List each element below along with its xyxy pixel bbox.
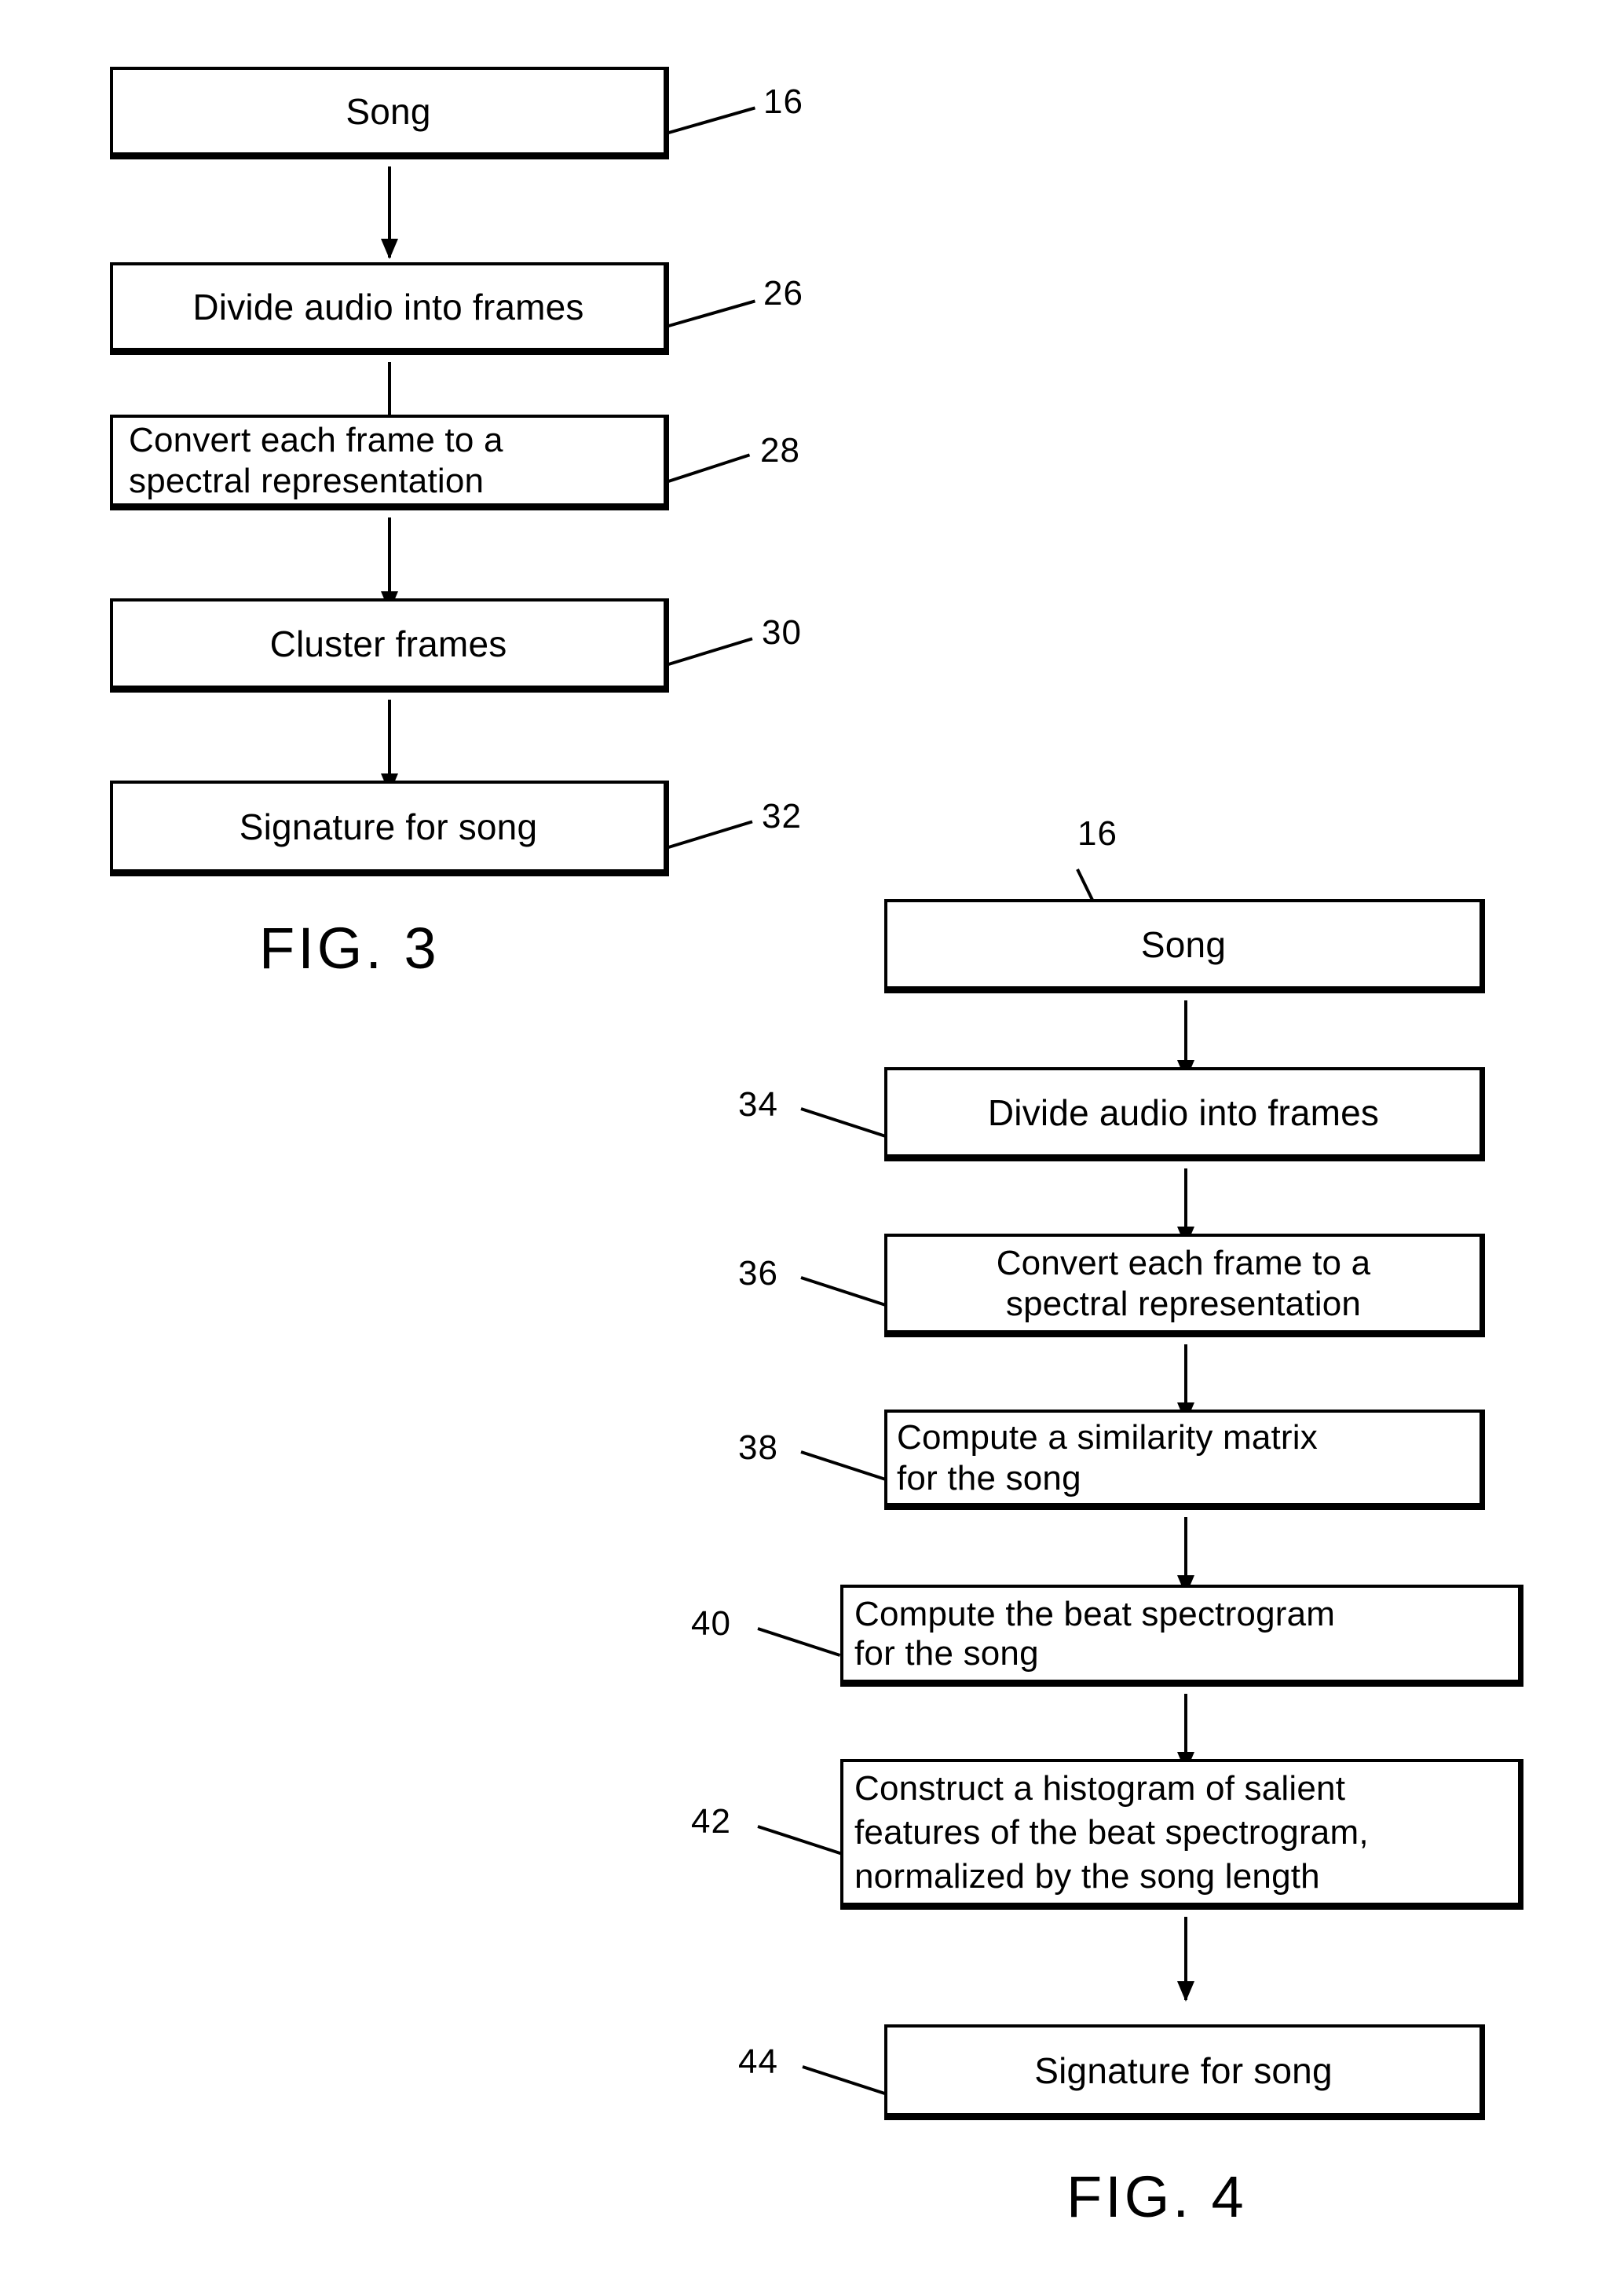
fig4-caption: FIG. 4 (1066, 2164, 1247, 2229)
fig4-step-label-divide: Divide audio into frames (987, 1091, 1380, 1133)
fig4-step-box-convert: Convert each frame to a spectral represe… (884, 1234, 1485, 1337)
fig3-arrow-convert-to-cluster (381, 517, 398, 612)
fig3-step-label-song: Song (346, 90, 431, 132)
fig4-arrow-similarity-to-beat (1177, 1517, 1194, 1596)
fig3-caption: FIG. 3 (259, 916, 440, 981)
fig4-step-box-divide: Divide audio into frames (884, 1067, 1485, 1161)
fig4-refnum-34: 34 (738, 1085, 778, 1124)
fig4-refnum-42: 42 (691, 1802, 731, 1841)
fig4-step-box-beat-spectrogram: Compute the beat spectrogram for the son… (840, 1585, 1523, 1687)
fig3-leader-32 (665, 820, 753, 850)
fig4-step-label-signature: Signature for song (1034, 2049, 1333, 2091)
fig4-arrow-histogram-to-signature (1177, 1917, 1194, 2002)
fig4-step-box-similarity: Compute a similarity matrix for the song (884, 1410, 1485, 1510)
fig3-leader-26 (665, 299, 755, 328)
fig4-step-box-histogram: Construct a histogram of salient feature… (840, 1759, 1523, 1910)
arrowhead-icon (1177, 1981, 1194, 2002)
fig4-leader-42 (757, 1825, 843, 1856)
fig3-step-box-cluster: Cluster frames (110, 598, 669, 693)
fig4-leader-36 (800, 1276, 886, 1307)
fig4-refnum-36: 36 (738, 1254, 778, 1293)
fig4-step-label-convert: Convert each frame to a spectral represe… (996, 1243, 1371, 1323)
fig3-leader-30 (665, 637, 753, 667)
fig4-leader-44 (802, 2065, 887, 2096)
fig3-refnum-30: 30 (762, 613, 802, 652)
fig3-arrow-cluster-to-signature (381, 700, 398, 794)
fig3-leader-16 (665, 106, 755, 135)
fig4-refnum-40: 40 (691, 1604, 731, 1643)
fig3-step-label-divide: Divide audio into frames (192, 286, 584, 327)
patent-drawing-sheet: Song 16 Divide audio into frames 26 Conv… (0, 0, 1624, 2289)
fig3-step-label-convert: Convert each frame to a spectral represe… (129, 420, 503, 500)
fig4-step-box-signature: Signature for song (884, 2024, 1485, 2120)
fig4-step-label-histogram: Construct a histogram of salient feature… (854, 1768, 1369, 1896)
fig3-step-box-divide: Divide audio into frames (110, 262, 669, 355)
fig4-step-box-song: Song (884, 899, 1485, 993)
fig4-leader-40 (757, 1627, 841, 1657)
arrowhead-icon (381, 239, 398, 259)
fig4-step-label-similarity: Compute a similarity matrix for the song (897, 1417, 1318, 1497)
fig3-leader-28 (665, 453, 751, 484)
fig4-step-label-beat-spectrogram: Compute the beat spectrogram for the son… (854, 1594, 1336, 1673)
fig3-step-box-signature: Signature for song (110, 781, 669, 876)
fig3-step-box-convert: Convert each frame to a spectral represe… (110, 415, 669, 510)
fig3-refnum-26: 26 (763, 274, 803, 313)
fig4-refnum-38: 38 (738, 1428, 778, 1467)
fig4-refnum-16: 16 (1077, 814, 1117, 853)
fig3-arrow-song-to-divide (381, 166, 398, 259)
fig3-refnum-28: 28 (760, 431, 800, 470)
fig4-leader-38 (800, 1450, 886, 1481)
fig3-refnum-32: 32 (762, 797, 802, 836)
fig3-step-label-cluster: Cluster frames (269, 623, 507, 664)
fig4-step-label-song: Song (1140, 923, 1227, 965)
fig4-refnum-44: 44 (738, 2042, 778, 2081)
fig3-step-box-song: Song (110, 67, 669, 159)
fig3-step-label-signature: Signature for song (239, 806, 538, 847)
fig3-refnum-16: 16 (763, 82, 803, 121)
fig4-leader-34 (800, 1107, 886, 1138)
